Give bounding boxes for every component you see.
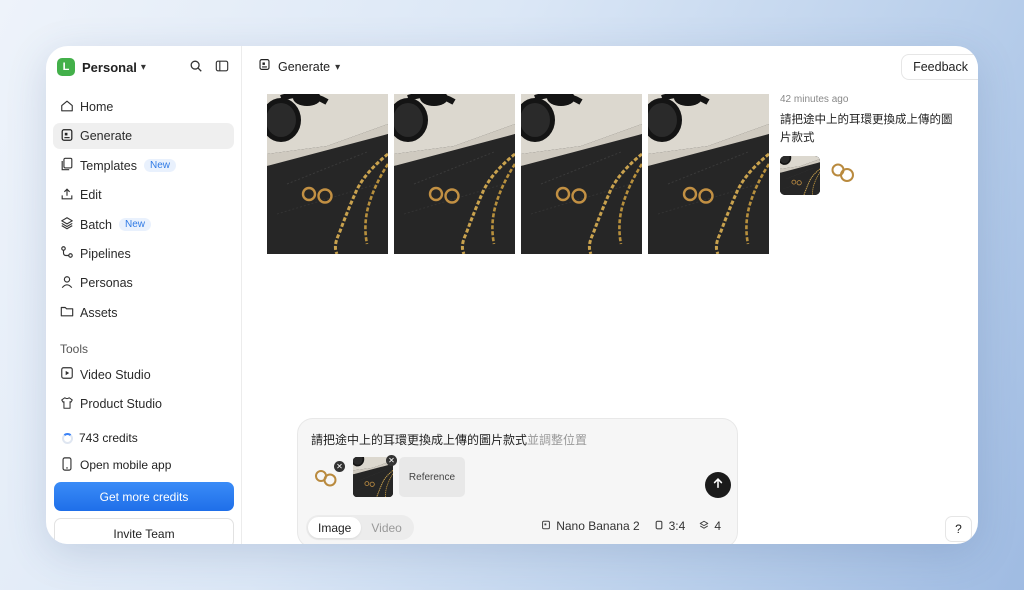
sidebar-item-label: Templates — [80, 158, 137, 173]
sidebar-item-personas[interactable]: Personas — [53, 270, 234, 296]
reference-button[interactable]: Reference — [399, 457, 465, 497]
play-square-icon — [60, 366, 80, 383]
sidebar-item-label: Batch — [80, 217, 112, 232]
reference-images — [780, 156, 960, 195]
tools-heading: Tools — [60, 341, 89, 356]
sidebar-item-assets[interactable]: Assets — [53, 300, 234, 326]
sidebar-item-video-studio[interactable]: Video Studio — [53, 362, 234, 388]
generated-image[interactable] — [394, 94, 515, 254]
get-more-credits-button[interactable]: Get more credits — [54, 482, 234, 511]
image-frame-icon — [60, 128, 80, 145]
image-frame-icon — [258, 58, 278, 76]
workspace-avatar: L — [57, 58, 75, 76]
chevron-down-icon: ▾ — [140, 61, 146, 73]
sidebar-item-pipelines[interactable]: Pipelines — [53, 241, 234, 267]
generated-images — [267, 94, 769, 254]
model-name: Nano Banana 2 — [556, 519, 640, 533]
sidebar: L Personal ▾ Home Generate Templates New — [46, 46, 242, 544]
model-selector[interactable]: Nano Banana 2 — [541, 519, 640, 533]
mobile-label: Open mobile app — [80, 458, 172, 473]
sidebar-actions — [189, 59, 229, 78]
aspect-ratio-selector[interactable]: 3:4 — [654, 519, 686, 533]
chevron-down-icon: ▾ — [335, 61, 341, 73]
sidebar-item-label: Home — [80, 100, 114, 114]
generation-info: 42 minutes ago 請把途中上的耳環更換成上傳的圖片款式 — [780, 94, 960, 195]
prompt-composer[interactable]: 請把途中上的耳環更換成上傳的圖片款式並調整位置 ✕ ✕ Reference Im… — [297, 418, 738, 544]
home-icon — [60, 99, 80, 116]
mode-image-tab[interactable]: Image — [308, 517, 362, 538]
ratio-icon — [654, 519, 664, 533]
sidebar-item-label: Edit — [80, 188, 102, 203]
sidebar-toggle-icon[interactable] — [215, 59, 229, 78]
invite-team-button[interactable]: Invite Team — [54, 518, 234, 544]
aspect-ratio-value: 3:4 — [668, 519, 686, 533]
layers-icon — [60, 216, 80, 233]
generated-image[interactable] — [521, 94, 642, 254]
credits-indicator[interactable]: 743 credits — [62, 429, 241, 447]
feedback-button[interactable]: Feedback — [901, 54, 978, 80]
credits-label: 743 credits — [79, 431, 138, 446]
image-frame-icon — [541, 519, 551, 533]
page-header: Generate ▾ — [242, 46, 978, 88]
main-area: Generate ▾ Feedback 42 minutes ago 請把途中上… — [242, 46, 978, 544]
help-button[interactable]: ? — [945, 516, 972, 542]
sidebar-item-generate[interactable]: Generate — [53, 123, 234, 150]
close-icon[interactable]: ✕ — [334, 461, 345, 472]
sidebar-item-edit[interactable]: Edit — [53, 182, 234, 208]
new-badge: New — [118, 218, 151, 232]
phone-icon — [61, 456, 80, 474]
sidebar-item-label: Personas — [80, 276, 133, 291]
upload-icon — [60, 187, 80, 204]
earring-reference-image[interactable] — [828, 158, 858, 193]
arrow-up-icon — [712, 476, 724, 494]
new-badge: New — [143, 159, 176, 173]
image-count-value: 4 — [714, 519, 721, 533]
sidebar-item-label: Assets — [80, 305, 118, 320]
sidebar-item-label: Product Studio — [80, 397, 162, 412]
search-icon[interactable] — [189, 59, 203, 78]
mode-video-tab[interactable]: Video — [361, 517, 411, 538]
flow-icon — [60, 245, 80, 262]
sidebar-item-batch[interactable]: Batch New — [53, 212, 234, 238]
app-window: L Personal ▾ Home Generate Templates New — [46, 46, 978, 544]
layers-icon — [699, 519, 709, 533]
page-title: Generate — [278, 60, 331, 74]
person-icon — [60, 275, 80, 292]
generated-image[interactable] — [648, 94, 769, 254]
open-mobile-app-link[interactable]: Open mobile app — [61, 456, 241, 474]
prompt-text: 請把途中上的耳環更換成上傳的圖片款式 — [780, 114, 953, 144]
sidebar-item-home[interactable]: Home — [53, 94, 234, 120]
sidebar-item-templates[interactable]: Templates New — [53, 153, 234, 179]
reference-image-thumb[interactable] — [780, 156, 820, 195]
credits-ring-icon — [62, 432, 73, 444]
tshirt-icon — [60, 396, 80, 413]
mode-dropdown[interactable]: Generate ▾ — [258, 58, 340, 76]
timestamp: 42 minutes ago — [780, 94, 849, 105]
sidebar-item-label: Pipelines — [80, 246, 131, 261]
copy-icon — [60, 157, 80, 174]
prompt-input[interactable]: 請把途中上的耳環更換成上傳的圖片款式並調整位置 — [311, 431, 587, 448]
sidebar-item-label: Generate — [80, 129, 133, 144]
mode-toggle: Image Video — [306, 515, 414, 540]
attachment-earring[interactable]: ✕ — [310, 457, 345, 497]
generated-image[interactable] — [267, 94, 388, 254]
send-button[interactable] — [705, 472, 731, 498]
workspace-name: Personal — [82, 59, 137, 75]
sidebar-item-label: Video Studio — [80, 367, 151, 382]
sidebar-item-product-studio[interactable]: Product Studio — [53, 391, 234, 417]
prompt-input-placeholder-tail: 並調整位置 — [527, 433, 588, 447]
folder-icon — [60, 304, 80, 321]
generation-options: Nano Banana 2 3:4 4 — [541, 519, 721, 533]
prompt-input-value: 請把途中上的耳環更換成上傳的圖片款式 — [311, 433, 528, 447]
close-icon[interactable]: ✕ — [386, 455, 397, 466]
image-count-selector[interactable]: 4 — [699, 519, 721, 533]
